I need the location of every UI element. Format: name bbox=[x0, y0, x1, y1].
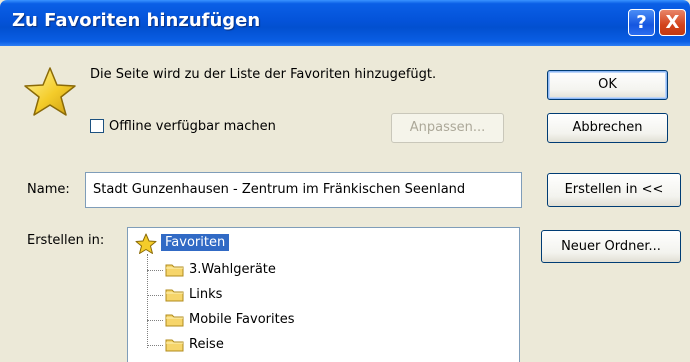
offline-label[interactable]: Offline verfügbar machen bbox=[109, 119, 276, 134]
folder-icon bbox=[165, 289, 184, 302]
tree-item[interactable]: Mobile Favorites bbox=[147, 309, 447, 331]
name-label: Name: bbox=[27, 182, 70, 197]
offline-checkbox[interactable] bbox=[90, 119, 104, 133]
customize-button[interactable]: Anpassen... bbox=[391, 113, 504, 143]
ok-button[interactable]: OK bbox=[547, 70, 668, 100]
name-input-value: Stadt Gunzenhausen - Zentrum im Fränkisc… bbox=[93, 182, 466, 197]
tree-item[interactable]: 3.Wahlgeräte bbox=[147, 259, 447, 281]
create-in-button[interactable]: Erstellen in << bbox=[547, 173, 681, 207]
folder-icon bbox=[165, 314, 184, 327]
name-input[interactable]: Stadt Gunzenhausen - Zentrum im Fränkisc… bbox=[85, 172, 522, 208]
help-icon: ? bbox=[636, 12, 647, 33]
favorites-star-icon bbox=[135, 233, 157, 254]
star-icon bbox=[24, 67, 76, 116]
folder-icon bbox=[165, 339, 184, 352]
folder-icon bbox=[165, 264, 184, 277]
folder-tree[interactable]: Favoriten 3.Wahlgeräte Links Mobile Favo… bbox=[127, 227, 520, 362]
cancel-button[interactable]: Abbrechen bbox=[547, 113, 668, 143]
create-in-label: Erstellen in: bbox=[27, 233, 105, 248]
tree-item[interactable]: Reise bbox=[147, 334, 447, 356]
tree-item-label: 3.Wahlgeräte bbox=[189, 262, 276, 277]
help-button[interactable]: ? bbox=[628, 9, 655, 36]
close-icon: X bbox=[665, 12, 680, 33]
add-favorite-dialog: Zu Favoriten hinzufügen ? X Die Seite wi… bbox=[0, 0, 690, 362]
tree-item-label: Reise bbox=[189, 337, 224, 352]
tree-item[interactable]: Links bbox=[147, 284, 447, 306]
tree-item-label: Mobile Favorites bbox=[189, 312, 295, 327]
tree-item-label: Links bbox=[189, 287, 223, 302]
window-title: Zu Favoriten hinzufügen bbox=[12, 10, 261, 31]
tree-root-label: Favoriten bbox=[161, 234, 230, 251]
info-message: Die Seite wird zu der Liste der Favorite… bbox=[90, 67, 437, 82]
close-button[interactable]: X bbox=[659, 9, 686, 36]
new-folder-button[interactable]: Neuer Ordner... bbox=[541, 230, 681, 263]
title-bar[interactable]: Zu Favoriten hinzufügen ? X bbox=[0, 0, 690, 46]
